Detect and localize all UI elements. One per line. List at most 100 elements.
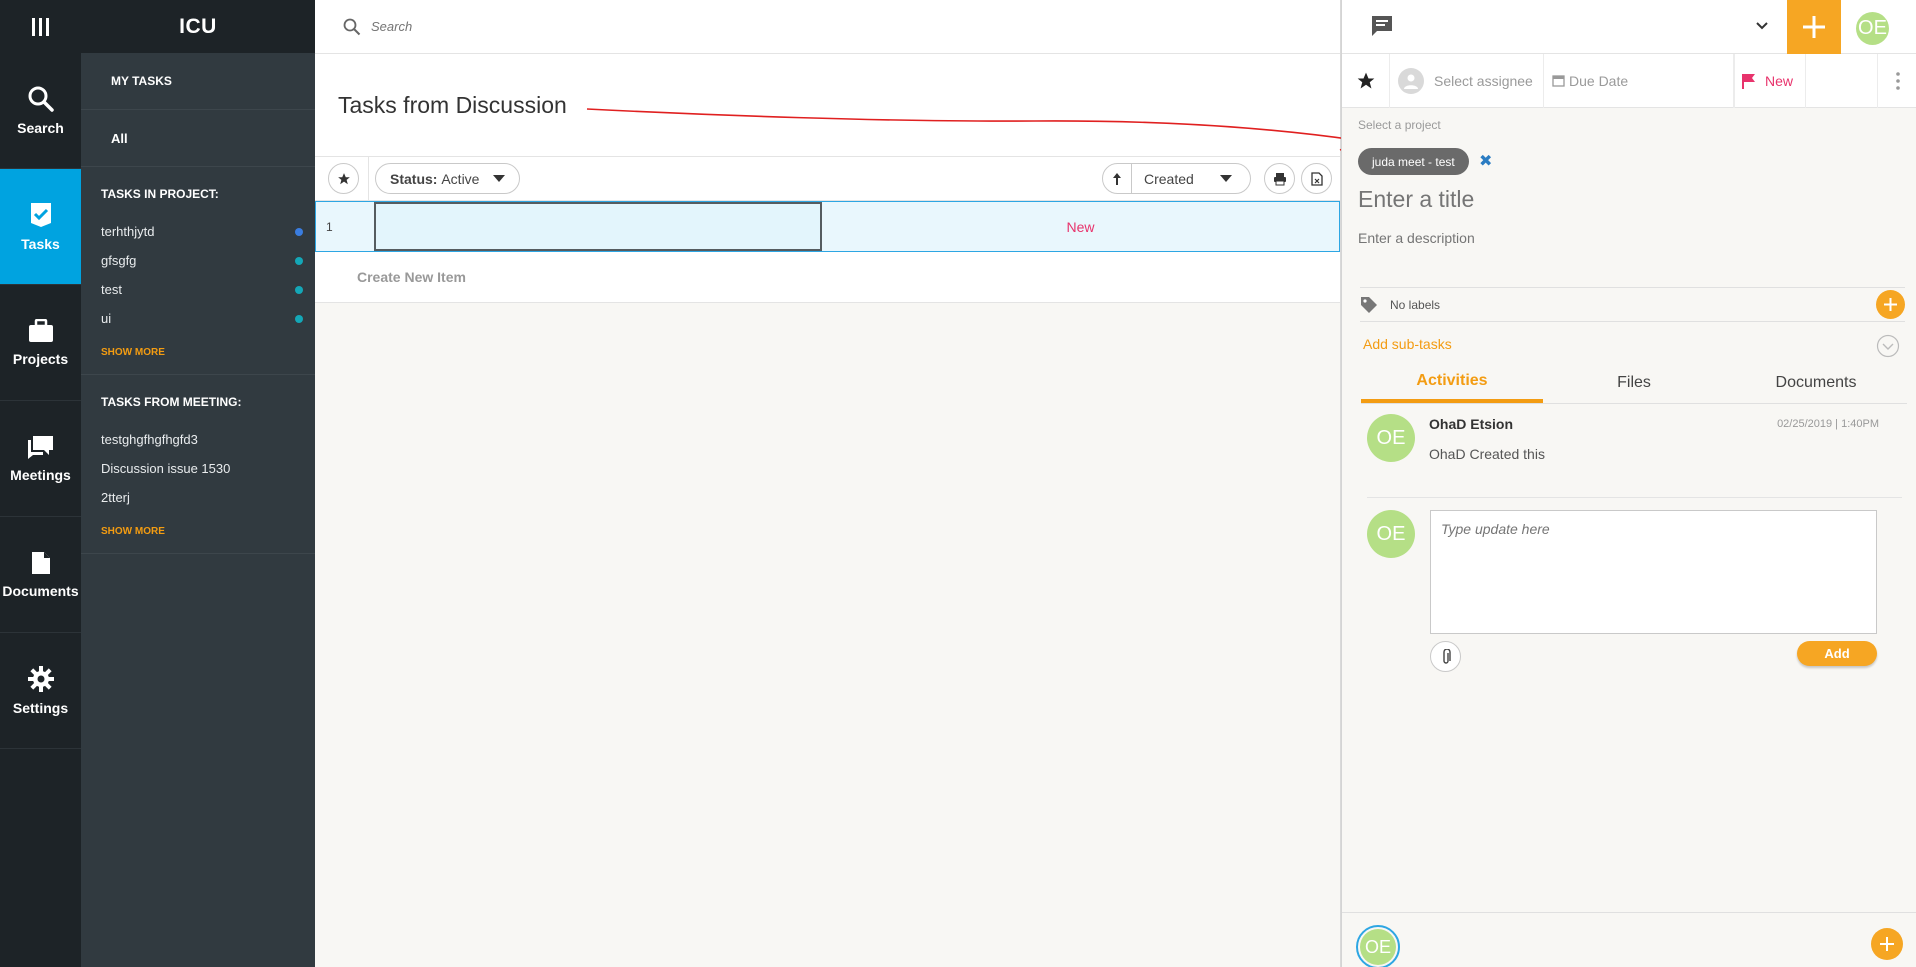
meeting-item[interactable]: 2tterj (81, 483, 315, 512)
list-toolbar: Status: Active Created (315, 156, 1340, 201)
user-placeholder-icon (1398, 67, 1424, 94)
printer-icon (1273, 172, 1286, 185)
menu-button[interactable] (0, 0, 81, 53)
tab-documents[interactable]: Documents (1725, 362, 1907, 403)
flag-icon (1742, 73, 1755, 89)
chat-bubbles-icon (27, 435, 53, 459)
activity-item: OE OhaD Etsion 02/25/2019 | 1:40PM OhaD … (1367, 412, 1902, 498)
task-status[interactable]: New (822, 202, 1339, 251)
avatar[interactable]: OE (1856, 12, 1889, 45)
avatar: OE (1367, 510, 1415, 558)
due-date-label: Due Date (1569, 72, 1629, 89)
project-color-dot (295, 314, 303, 323)
avatar: OE (1367, 414, 1415, 462)
project-item[interactable]: ui (81, 304, 315, 333)
task-description-input[interactable] (1358, 230, 1878, 246)
project-item[interactable]: gfsgfg (81, 246, 315, 275)
chevron-down-icon[interactable] (1756, 22, 1768, 30)
paperclip-icon (1442, 648, 1451, 664)
sort-field-dropdown[interactable]: Created (1132, 164, 1250, 193)
update-textarea[interactable] (1430, 510, 1877, 634)
show-more-projects-link[interactable]: SHOW MORE (81, 347, 315, 358)
projects-section: TASKS IN PROJECT: terhthjytd gfsgfg test ui… (81, 167, 315, 375)
sort-direction-button[interactable] (1103, 164, 1132, 193)
labels-row: No labels (1360, 287, 1905, 322)
briefcase-icon (28, 318, 53, 342)
add-label-button[interactable] (1876, 290, 1905, 319)
secondary-nav: ICU MY TASKS All TASKS IN PROJECT: terht… (81, 0, 315, 967)
add-update-button[interactable]: Add (1797, 641, 1877, 666)
print-button[interactable] (1264, 163, 1295, 194)
current-user-avatar[interactable]: OE (1356, 925, 1400, 967)
table-row[interactable]: 1 New (315, 201, 1340, 252)
rail-item-documents[interactable]: Documents (0, 517, 81, 633)
export-button[interactable] (1301, 163, 1332, 194)
add-task-button[interactable] (1787, 0, 1841, 54)
project-item[interactable]: test (81, 275, 315, 304)
meeting-item[interactable]: Discussion issue 1530 (81, 454, 315, 483)
task-title-input[interactable] (1358, 186, 1878, 213)
show-more-meetings-link[interactable]: SHOW MORE (81, 526, 315, 537)
plus-icon (1803, 16, 1825, 38)
search-input[interactable] (371, 19, 771, 34)
plus-icon (1880, 937, 1894, 951)
activity-user: OhaD Etsion (1429, 416, 1514, 432)
chevron-down-icon (493, 175, 506, 182)
tag-icon (1361, 296, 1377, 313)
search-bar (315, 0, 1340, 54)
starred-filter-button[interactable] (328, 163, 359, 194)
star-toggle[interactable] (1342, 53, 1390, 108)
document-icon (31, 551, 50, 574)
more-options-button[interactable] (1877, 54, 1916, 108)
rail-label: Projects (12, 350, 69, 367)
search-icon (343, 18, 361, 35)
remove-project-icon[interactable]: ✖ (1479, 151, 1492, 171)
assignee-select[interactable]: Select assignee (1390, 53, 1544, 108)
status-select[interactable]: New (1734, 53, 1806, 108)
meeting-list: testghgfhgfhgfd3 Discussion issue 1530 2tt… (81, 425, 315, 512)
rail-label: Documents (2, 582, 79, 599)
detail-tabs: Activities Files Documents (1361, 362, 1907, 404)
calendar-icon (1552, 75, 1565, 87)
avatar: OE (1360, 929, 1396, 965)
chevron-down-icon (1219, 175, 1232, 182)
due-date-picker[interactable]: Due Date (1544, 53, 1734, 108)
my-tasks-link[interactable]: MY TASKS (81, 53, 315, 110)
project-color-dot (295, 256, 303, 265)
meeting-item[interactable]: testghgfhgfhgfd3 (81, 425, 315, 454)
chat-icon[interactable] (1370, 15, 1394, 37)
create-new-item-button[interactable]: Create New Item (315, 252, 1340, 303)
menu-bars-icon (31, 17, 49, 36)
task-title-cell[interactable] (374, 202, 822, 251)
assignee-placeholder: Select assignee (1434, 72, 1533, 89)
rail-item-meetings[interactable]: Meetings (0, 401, 81, 517)
arrow-up-icon (1113, 172, 1121, 185)
task-check-icon (30, 202, 51, 227)
sort-control: Created (1102, 163, 1251, 194)
more-vertical-icon (1895, 72, 1900, 90)
project-item-label: terhthjytd (101, 224, 155, 239)
tab-files[interactable]: Files (1543, 362, 1725, 403)
rail-item-tasks[interactable]: Tasks (0, 169, 81, 285)
project-item-label: ui (101, 311, 112, 326)
status-filter-dropdown[interactable]: Status: Active (375, 163, 521, 194)
add-watcher-button[interactable] (1871, 928, 1903, 960)
status-value: New (1765, 72, 1794, 89)
projects-section-title: TASKS IN PROJECT: (101, 187, 219, 201)
attach-file-button[interactable] (1430, 641, 1461, 672)
rail-item-search[interactable]: Search (0, 53, 81, 169)
project-chip[interactable]: juda meet - test (1358, 148, 1469, 175)
expand-subtasks-icon[interactable] (1876, 334, 1900, 358)
tab-activities[interactable]: Activities (1361, 362, 1543, 403)
all-tasks-link[interactable]: All (81, 110, 315, 167)
app-name: ICU (81, 0, 315, 53)
rail-item-settings[interactable]: Settings (0, 633, 81, 749)
rail-item-projects[interactable]: Projects (0, 285, 81, 401)
project-item-label: gfsgfg (101, 253, 137, 268)
project-item[interactable]: terhthjytd (81, 217, 315, 246)
annotation-arrow (586, 108, 1361, 151)
panel-header: OE (1342, 0, 1916, 54)
sort-field-value: Created (1144, 170, 1194, 187)
rail-label: Settings (12, 699, 69, 716)
add-subtasks-link[interactable]: Add sub-tasks (1363, 336, 1452, 352)
